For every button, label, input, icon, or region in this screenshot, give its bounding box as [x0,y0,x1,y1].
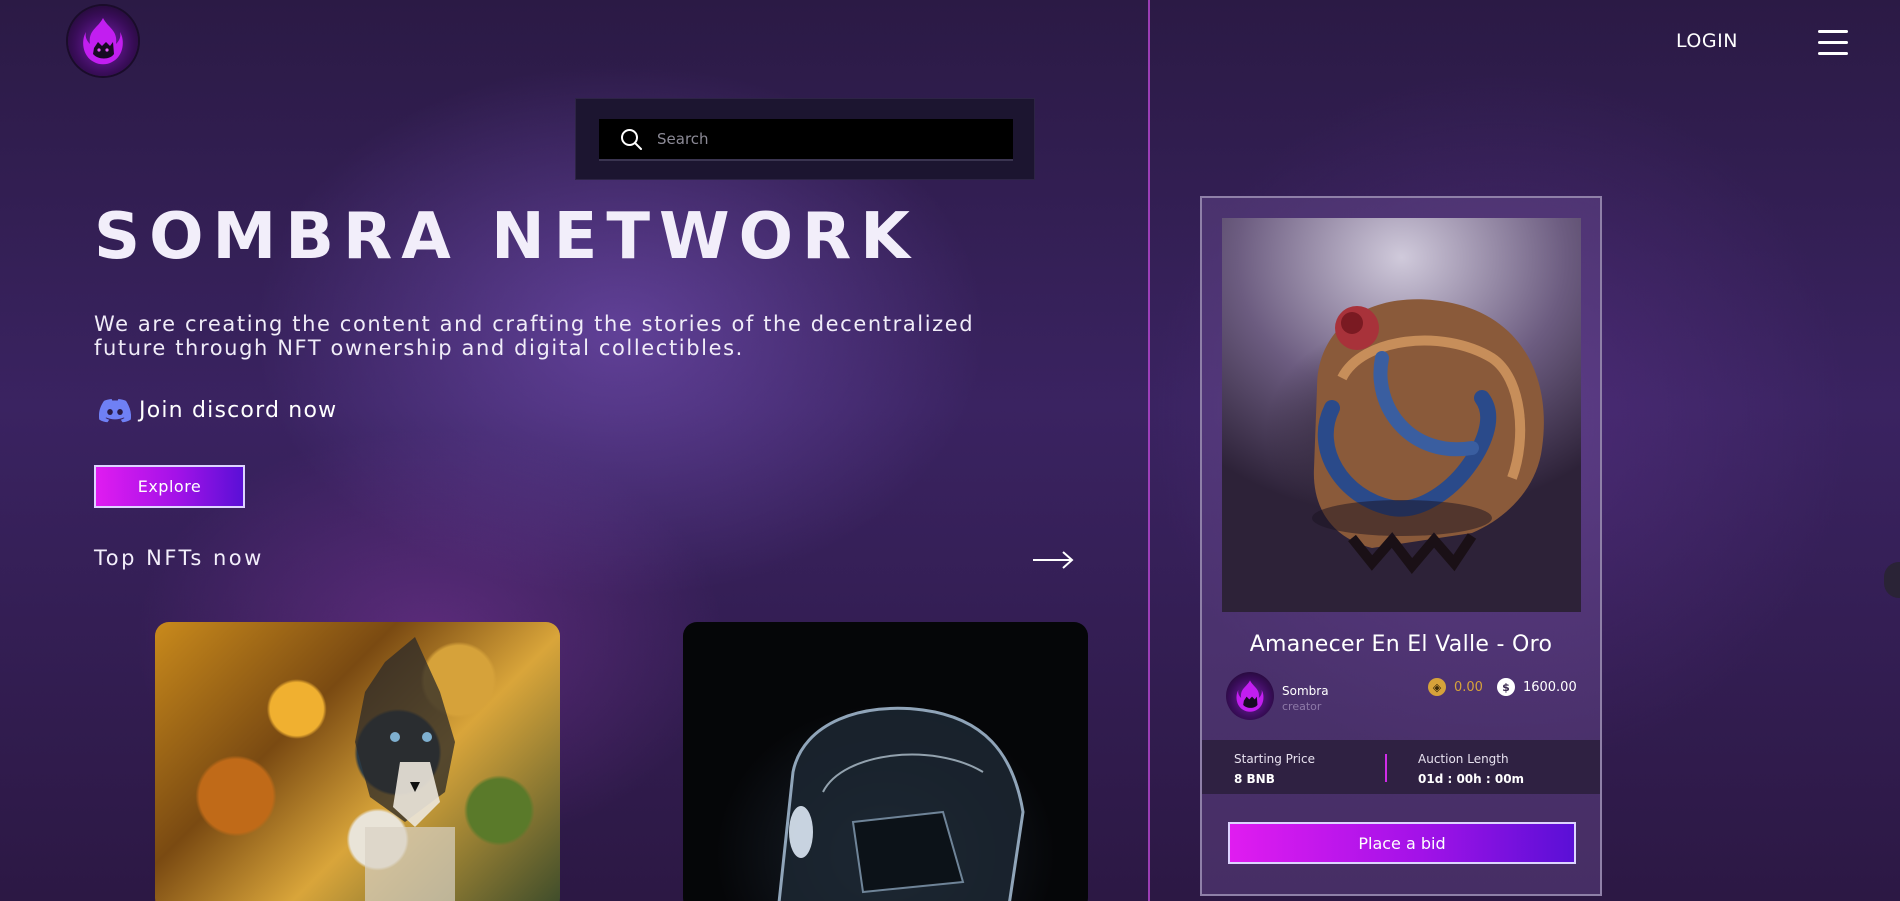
auction-info-strip: Starting Price 8 BNB Auction Length 01d … [1202,740,1600,794]
carousel-edge-handle[interactable] [1884,562,1900,598]
auction-length-value: 01d : 00h : 00m [1418,772,1525,786]
auction-nft-title: Amanecer En El Valle - Oro [1249,632,1553,657]
creator-name[interactable]: Sombra [1282,684,1329,698]
creator-role-label: creator [1282,700,1322,713]
creator-avatar[interactable] [1226,672,1274,720]
search-icon[interactable] [619,127,643,151]
flame-icon [1236,680,1264,712]
info-separator [1385,754,1387,782]
auction-length-label: Auction Length [1418,752,1509,766]
discord-icon [99,398,131,422]
skull-with-rose-artwork [1312,299,1544,574]
search-bar[interactable] [599,119,1013,161]
starting-price-value: 8 BNB [1234,772,1275,786]
top-nfts-heading: Top NFTs now [94,546,264,570]
explore-button[interactable]: Explore [94,465,245,508]
dollar-coin-icon: $ [1496,678,1515,696]
price-bnb: 0.00 [1454,679,1483,695]
hero-subtitle: We are creating the content and crafting… [94,312,975,360]
glass-helmet-artwork [777,706,1025,901]
arrow-right-icon[interactable] [1032,548,1074,572]
search-panel [575,98,1035,180]
price-row: ◈ 0.00 $ 1600.00 [1428,678,1577,696]
flame-icon [83,18,123,65]
featured-auction-card: Amanecer En El Valle - Oro Sombra creato… [1200,196,1602,896]
hero-title: SOMBRA NETWORK [94,200,919,274]
starting-price-label: Starting Price [1234,752,1315,766]
login-link[interactable]: LOGIN [1676,30,1738,52]
price-usd: 1600.00 [1522,679,1577,695]
nft-card-glass-helmet[interactable] [683,622,1088,901]
nft-card-husky-painting[interactable] [155,622,560,901]
husky-artwork [355,637,455,901]
vertical-divider [1148,0,1150,901]
bnb-coin-icon: ◈ [1428,678,1446,696]
search-input[interactable] [657,130,977,148]
featured-nft-artwork[interactable] [1222,218,1581,612]
place-bid-button[interactable]: Place a bid [1228,822,1576,864]
discord-link-label: Join discord now [139,398,338,423]
sombra-logo[interactable] [68,6,138,76]
hamburger-menu-icon[interactable] [1818,30,1848,56]
join-discord-link[interactable]: Join discord now [99,398,337,423]
